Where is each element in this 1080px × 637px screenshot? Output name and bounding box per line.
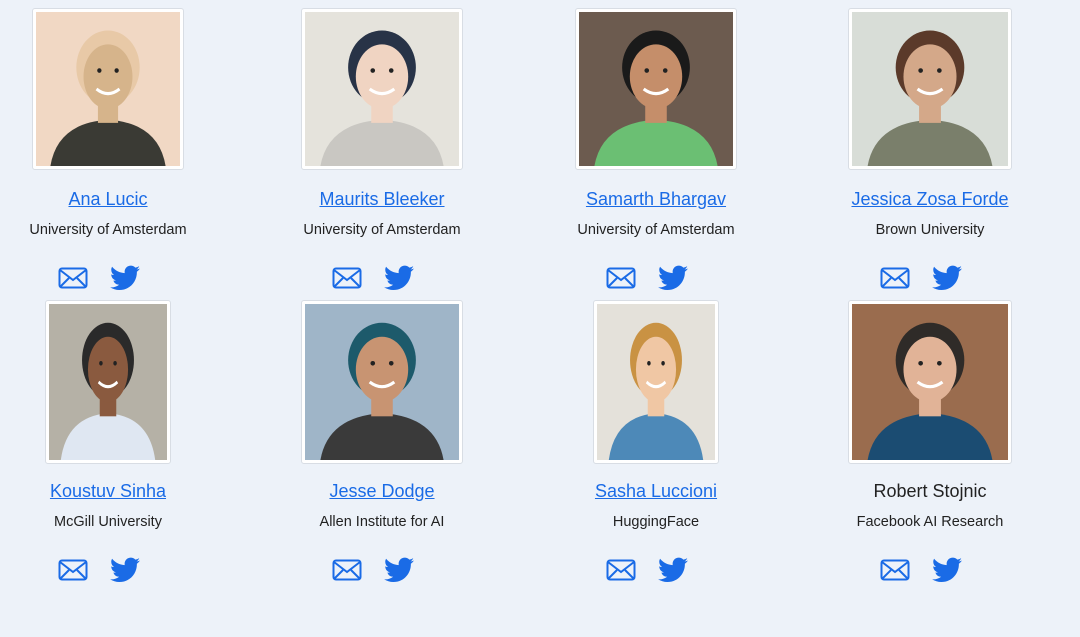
contact-icons: [536, 557, 776, 587]
twitter-icon[interactable]: [658, 265, 688, 296]
mail-icon[interactable]: [332, 559, 362, 586]
person-name[interactable]: Ana Lucic: [0, 189, 228, 210]
contact-icons: [262, 557, 502, 587]
organizers-grid: Ana Lucic University of Amsterdam Maurits …: [0, 0, 1080, 637]
person-affiliation: Allen Institute for AI: [319, 514, 445, 530]
person-photo: [593, 300, 719, 464]
person-name[interactable]: Samarth Bhargav: [536, 189, 776, 210]
person-name: Robert Stojnic: [873, 481, 987, 501]
person-photo: [575, 8, 737, 170]
contact-icons: [262, 265, 502, 295]
mail-icon[interactable]: [606, 559, 636, 586]
person-affiliation: University of Amsterdam: [577, 222, 735, 238]
contact-icons: [0, 265, 228, 295]
person-name[interactable]: Maurits Bleeker: [262, 189, 502, 210]
person-affiliation: University of Amsterdam: [29, 222, 187, 238]
mail-icon[interactable]: [880, 267, 910, 294]
mail-icon[interactable]: [58, 559, 88, 586]
twitter-icon[interactable]: [110, 557, 140, 588]
mail-icon[interactable]: [606, 267, 636, 294]
person-name[interactable]: Koustuv Sinha: [0, 481, 228, 502]
contact-icons: [0, 557, 228, 587]
mail-icon[interactable]: [332, 267, 362, 294]
contact-icons: [810, 265, 1050, 295]
person-affiliation: HuggingFace: [612, 514, 700, 530]
person-photo: [301, 300, 463, 464]
mail-icon[interactable]: [880, 559, 910, 586]
twitter-icon[interactable]: [384, 557, 414, 588]
contact-icons: [536, 265, 776, 295]
person-photo: [848, 300, 1012, 464]
person-affiliation: Facebook AI Research: [856, 514, 1004, 530]
person-name[interactable]: Jessica Zosa Forde: [810, 189, 1050, 210]
person-photo: [301, 8, 463, 170]
person-affiliation: McGill University: [54, 514, 162, 530]
person-name[interactable]: Jesse Dodge: [262, 481, 502, 502]
contact-icons: [810, 557, 1050, 587]
twitter-icon[interactable]: [932, 557, 962, 588]
person-affiliation: University of Amsterdam: [303, 222, 461, 238]
person-photo: [32, 8, 184, 170]
twitter-icon[interactable]: [384, 265, 414, 296]
twitter-icon[interactable]: [110, 265, 140, 296]
mail-icon[interactable]: [58, 267, 88, 294]
twitter-icon[interactable]: [932, 265, 962, 296]
person-photo: [45, 300, 171, 464]
twitter-icon[interactable]: [658, 557, 688, 588]
person-name[interactable]: Sasha Luccioni: [536, 481, 776, 502]
person-affiliation: Brown University: [875, 222, 985, 238]
person-photo: [848, 8, 1012, 170]
